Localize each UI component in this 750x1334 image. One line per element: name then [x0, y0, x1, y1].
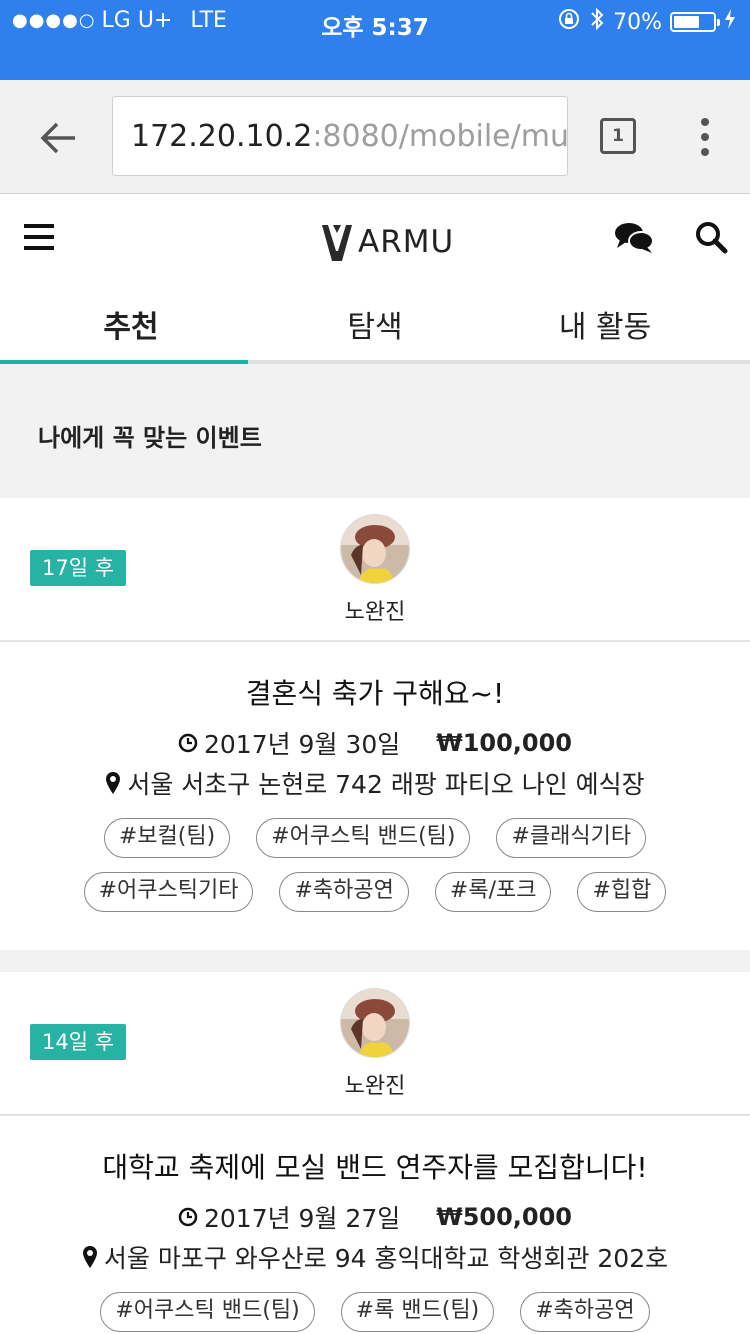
tag-chip[interactable]: #힙합	[577, 872, 667, 912]
event-title[interactable]: 결혼식 축가 구해요~!	[0, 672, 750, 716]
avatar-image	[341, 515, 409, 583]
author-name[interactable]: 노완진	[0, 1068, 750, 1100]
tag-chip[interactable]: #어쿠스틱 밴드(팀)	[100, 1292, 315, 1332]
event-meta: 2017년 9월 27일 ₩500,000	[0, 1200, 750, 1234]
section-title: 나에게 꼭 맞는 이벤트	[38, 424, 262, 452]
status-right: 70%	[557, 6, 736, 38]
back-button[interactable]	[30, 110, 86, 166]
tag-chip[interactable]: #어쿠스틱 밴드(팀)	[256, 818, 471, 858]
event-card-body: 대학교 축제에 모실 밴드 연주자를 모집합니다! 2017년 9월 27일 ₩…	[0, 1116, 750, 1332]
hamburger-menu-button[interactable]	[24, 224, 54, 250]
tag-list: #어쿠스틱 밴드(팀) #록 밴드(팀) #축하공연	[0, 1292, 750, 1332]
url-path: :8080/mobile/mus	[312, 118, 568, 154]
tag-chip[interactable]: #록/포크	[434, 872, 552, 912]
tag-chip[interactable]: #어쿠스틱기타	[83, 872, 254, 912]
dday-badge: 17일 후	[30, 550, 127, 586]
rotation-lock-icon	[557, 7, 581, 37]
event-price: ₩100,000	[436, 729, 573, 757]
event-meta: 2017년 9월 30일 ₩100,000	[0, 726, 750, 760]
url-input[interactable]: 172.20.10.2:8080/mobile/mus	[112, 96, 568, 176]
battery-percent: 70%	[613, 9, 662, 35]
map-pin-icon	[106, 772, 121, 794]
event-card-body: 결혼식 축가 구해요~! 2017년 9월 30일 ₩100,000 서울 서초…	[0, 642, 750, 912]
event-location: 서울 마포구 와우산로 94 홍익대학교 학생회관 202호	[0, 1240, 750, 1274]
main-tabs: 추천 탐색 내 활동	[0, 294, 750, 364]
charging-icon	[724, 8, 736, 36]
battery-icon	[670, 12, 720, 32]
event-price: ₩500,000	[436, 1203, 573, 1231]
event-card[interactable]: 17일 후 노완진 결혼식 축가 구해요~! 2017년 9월 30일 ₩100…	[0, 498, 750, 950]
tag-chip[interactable]: #보컬(팀)	[103, 818, 231, 858]
more-menu-button[interactable]	[690, 114, 720, 160]
dday-badge: 14일 후	[30, 1024, 127, 1060]
app-logo[interactable]: ARMU	[320, 220, 454, 264]
tag-list: #보컬(팀) #어쿠스틱 밴드(팀) #클래식기타 #어쿠스틱기타 #축하공연 …	[0, 818, 750, 912]
status-bar: ●●●●○ LG U+ LTE 오후 5:37 70%	[0, 0, 750, 80]
avatar-image	[341, 989, 409, 1057]
event-date: 2017년 9월 27일	[178, 1199, 400, 1235]
tab-my-activity[interactable]: 내 활동	[480, 302, 730, 346]
event-card-header: 17일 후 노완진	[0, 498, 750, 642]
event-card-header: 14일 후 노완진	[0, 972, 750, 1116]
tag-chip[interactable]: #클래식기타	[496, 818, 647, 858]
clock-icon	[178, 733, 198, 753]
tab-switcher-button[interactable]: 1	[600, 118, 636, 154]
url-host: 172.20.10.2	[131, 118, 313, 154]
map-pin-icon	[82, 1246, 97, 1268]
app-header: ARMU 추천 탐색 내 활동	[0, 194, 750, 364]
tag-chip[interactable]: #록 밴드(팀)	[340, 1292, 495, 1332]
event-card[interactable]: 14일 후 노완진 대학교 축제에 모실 밴드 연주자를 모집합니다! 2017…	[0, 972, 750, 1334]
bluetooth-icon	[589, 6, 605, 38]
tag-chip[interactable]: #축하공연	[279, 872, 409, 912]
event-location: 서울 서초구 논현로 742 래팡 파티오 나인 예식장	[0, 766, 750, 800]
avatar[interactable]	[340, 988, 410, 1058]
logo-mark-icon	[322, 225, 352, 261]
search-icon	[696, 222, 728, 254]
back-arrow-icon	[40, 122, 75, 154]
browser-toolbar: 172.20.10.2:8080/mobile/mus 1	[0, 80, 750, 194]
chat-button[interactable]	[614, 220, 654, 260]
chat-bubbles-icon	[615, 223, 654, 253]
search-button[interactable]	[694, 220, 730, 256]
event-date-text: 2017년 9월 27일	[203, 1204, 401, 1233]
active-tab-indicator	[0, 360, 248, 364]
avatar[interactable]	[340, 514, 410, 584]
event-location-text: 서울 서초구 논현로 742 래팡 파티오 나인 예식장	[127, 770, 645, 799]
tab-recommend[interactable]: 추천	[6, 302, 256, 346]
event-location-text: 서울 마포구 와우산로 94 홍익대학교 학생회관 202호	[103, 1244, 669, 1273]
author-name[interactable]: 노완진	[0, 594, 750, 626]
more-dot-icon	[701, 118, 709, 126]
tab-explore[interactable]: 탐색	[250, 302, 500, 346]
clock-icon	[178, 1207, 198, 1227]
event-date-text: 2017년 9월 30일	[203, 730, 401, 759]
event-date: 2017년 9월 30일	[178, 725, 400, 761]
logo-text: ARMU	[358, 224, 455, 260]
event-title[interactable]: 대학교 축제에 모실 밴드 연주자를 모집합니다!	[0, 1146, 750, 1190]
tag-chip[interactable]: #축하공연	[520, 1292, 650, 1332]
